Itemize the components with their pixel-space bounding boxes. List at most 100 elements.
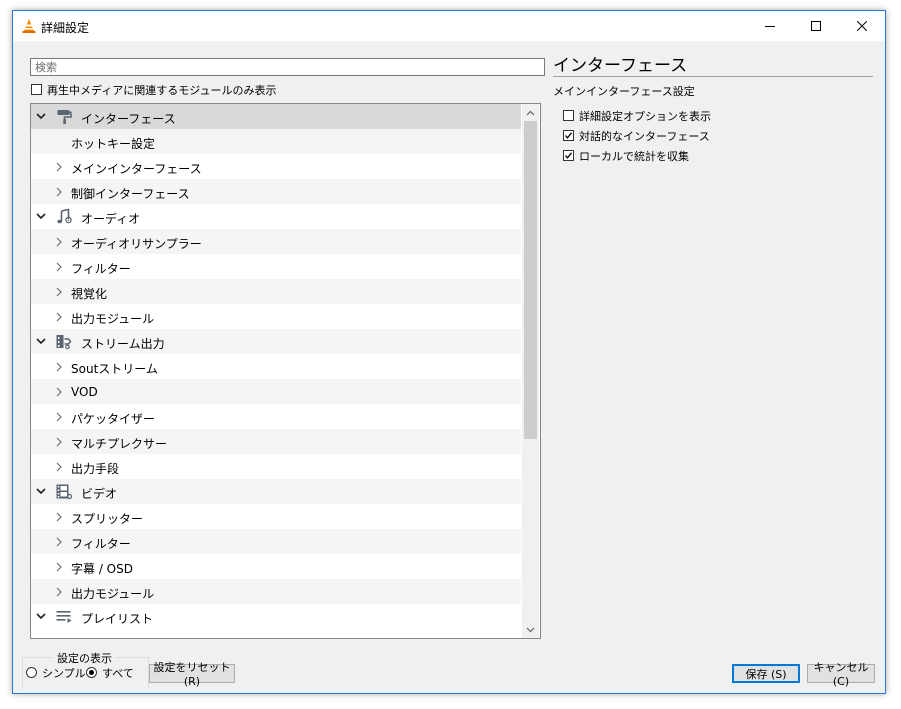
- chevron-right-icon[interactable]: [53, 454, 65, 479]
- tree-scrollbar[interactable]: [522, 104, 539, 638]
- video-film-icon: [56, 484, 73, 500]
- radio-all-label: すべて: [102, 667, 134, 680]
- tree-item-label: 出力手段: [71, 462, 120, 476]
- tree-item-row[interactable]: 出力モジュール: [31, 579, 521, 604]
- tree-item-label: プレイリスト: [81, 612, 154, 626]
- tree-item-row[interactable]: ホットキー設定: [31, 129, 521, 154]
- tree-item-label: オーディオ: [81, 212, 141, 226]
- radio-all[interactable]: [86, 667, 97, 678]
- tree-item-label: 制御インターフェース: [71, 187, 190, 201]
- option-checkbox[interactable]: [563, 110, 574, 121]
- chevron-right-icon[interactable]: [53, 254, 65, 279]
- reset-settings-button[interactable]: 設定をリセット (R): [149, 661, 235, 688]
- tree-item-row[interactable]: 制御インターフェース: [31, 179, 521, 204]
- tree-item-row[interactable]: メインインターフェース: [31, 154, 521, 179]
- title-bar[interactable]: 詳細設定: [13, 11, 885, 41]
- panel-title-divider: [553, 76, 873, 77]
- option-label: 対話的なインターフェース: [579, 130, 710, 143]
- tree-item-label: 視覚化: [71, 287, 108, 301]
- search-input[interactable]: [30, 58, 545, 76]
- tree-item-row[interactable]: フィルター: [31, 254, 521, 279]
- preferences-window: 詳細設定 再生中メディアに関連するモジュールのみ表示 インターフェースホットキー…: [12, 10, 886, 694]
- chevron-right-icon[interactable]: [53, 154, 65, 179]
- tree-item-label: フィルター: [71, 262, 131, 276]
- minimize-button[interactable]: [747, 11, 793, 41]
- tree-category-row[interactable]: インターフェース: [31, 104, 521, 129]
- chevron-down-icon: [526, 627, 535, 632]
- chevron-right-icon[interactable]: [53, 304, 65, 329]
- tree-item-label: オーディオリサンプラー: [71, 237, 202, 251]
- scroll-up-button[interactable]: [522, 104, 539, 121]
- maximize-button[interactable]: [793, 11, 839, 41]
- chevron-right-icon[interactable]: [53, 529, 65, 554]
- option-checkbox[interactable]: [563, 130, 574, 141]
- tree-item-label: Soutストリーム: [71, 362, 158, 376]
- chevron-right-icon[interactable]: [53, 504, 65, 529]
- tree-item-label: インターフェース: [81, 112, 176, 126]
- tree-item-label: 出力モジュール: [71, 587, 155, 601]
- tree-item-label: パケッタイザー: [71, 412, 156, 426]
- chevron-down-icon[interactable]: [35, 604, 47, 629]
- paint-roller-icon: [57, 110, 72, 124]
- tree-category-row[interactable]: プレイリスト: [31, 604, 521, 629]
- panel-subtitle: メインインターフェース設定: [553, 85, 695, 98]
- chevron-right-icon[interactable]: [53, 279, 65, 304]
- cancel-button[interactable]: キャンセル (C): [807, 661, 875, 688]
- tree-item-label: マルチプレクサー: [71, 437, 168, 451]
- chevron-right-icon[interactable]: [53, 354, 65, 379]
- window-title: 詳細設定: [41, 21, 90, 35]
- only-current-media-checkbox[interactable]: [31, 84, 42, 95]
- vlc-cone-icon: [22, 19, 36, 33]
- tree-rows: インターフェース ホットキー設定 メインインターフェース 制御インターフェース オーディ…: [31, 104, 521, 629]
- tree-item-label: ホットキー設定: [71, 137, 156, 151]
- chevron-right-icon[interactable]: [53, 229, 65, 254]
- tree-item-row[interactable]: 出力手段: [31, 454, 521, 479]
- tree-item-row[interactable]: 字幕 / OSD: [31, 554, 521, 579]
- tree-item-label: VOD: [71, 385, 98, 399]
- tree-item-row[interactable]: 視覚化: [31, 279, 521, 304]
- tree-item-row[interactable]: マルチプレクサー: [31, 429, 521, 454]
- radio-simple-label: シンプル: [42, 667, 86, 680]
- chevron-right-icon[interactable]: [53, 404, 65, 429]
- chevron-right-icon[interactable]: [53, 379, 65, 404]
- chevron-up-icon: [526, 110, 535, 115]
- chevron-down-icon[interactable]: [35, 479, 47, 504]
- tree-item-row[interactable]: VOD: [31, 379, 521, 404]
- tree-item-label: フィルター: [71, 537, 131, 551]
- settings-display-legend: 設定の表示: [53, 650, 116, 666]
- tree-item-row[interactable]: Soutストリーム: [31, 354, 521, 379]
- tree-item-label: スプリッター: [71, 512, 144, 526]
- close-button[interactable]: [839, 11, 885, 41]
- tree-item-label: 字幕 / OSD: [71, 562, 133, 576]
- tree-category-row[interactable]: ビデオ: [31, 479, 521, 504]
- checkmark-icon: [565, 152, 573, 159]
- maximize-icon: [811, 21, 821, 31]
- preferences-tree[interactable]: インターフェース ホットキー設定 メインインターフェース 制御インターフェース オーディ…: [30, 103, 541, 639]
- tree-category-row[interactable]: オーディオ: [31, 204, 521, 229]
- stream-output-icon: [56, 335, 72, 350]
- tree-item-row[interactable]: 出力モジュール: [31, 304, 521, 329]
- radio-all-dot: [89, 670, 94, 675]
- chevron-right-icon[interactable]: [53, 554, 65, 579]
- tree-item-row[interactable]: スプリッター: [31, 504, 521, 529]
- chevron-down-icon[interactable]: [35, 329, 47, 354]
- chevron-right-icon[interactable]: [53, 179, 65, 204]
- scroll-thumb[interactable]: [524, 121, 537, 439]
- tree-item-row[interactable]: フィルター: [31, 529, 521, 554]
- music-note-icon: [57, 208, 72, 224]
- option-checkbox[interactable]: [563, 150, 574, 161]
- only-current-media-label: 再生中メディアに関連するモジュールのみ表示: [47, 84, 277, 97]
- chevron-down-icon[interactable]: [35, 104, 47, 129]
- chevron-right-icon[interactable]: [53, 579, 65, 604]
- close-icon: [857, 21, 867, 31]
- tree-item-row[interactable]: パケッタイザー: [31, 404, 521, 429]
- tree-item-row[interactable]: オーディオリサンプラー: [31, 229, 521, 254]
- radio-simple[interactable]: [26, 667, 37, 678]
- scroll-down-button[interactable]: [522, 621, 539, 638]
- tree-category-row[interactable]: ストリーム出力: [31, 329, 521, 354]
- panel-title: インターフェース: [553, 56, 688, 76]
- save-button[interactable]: 保存 (S): [732, 664, 800, 683]
- chevron-down-icon[interactable]: [35, 204, 47, 229]
- playlist-icon: [56, 611, 72, 623]
- chevron-right-icon[interactable]: [53, 429, 65, 454]
